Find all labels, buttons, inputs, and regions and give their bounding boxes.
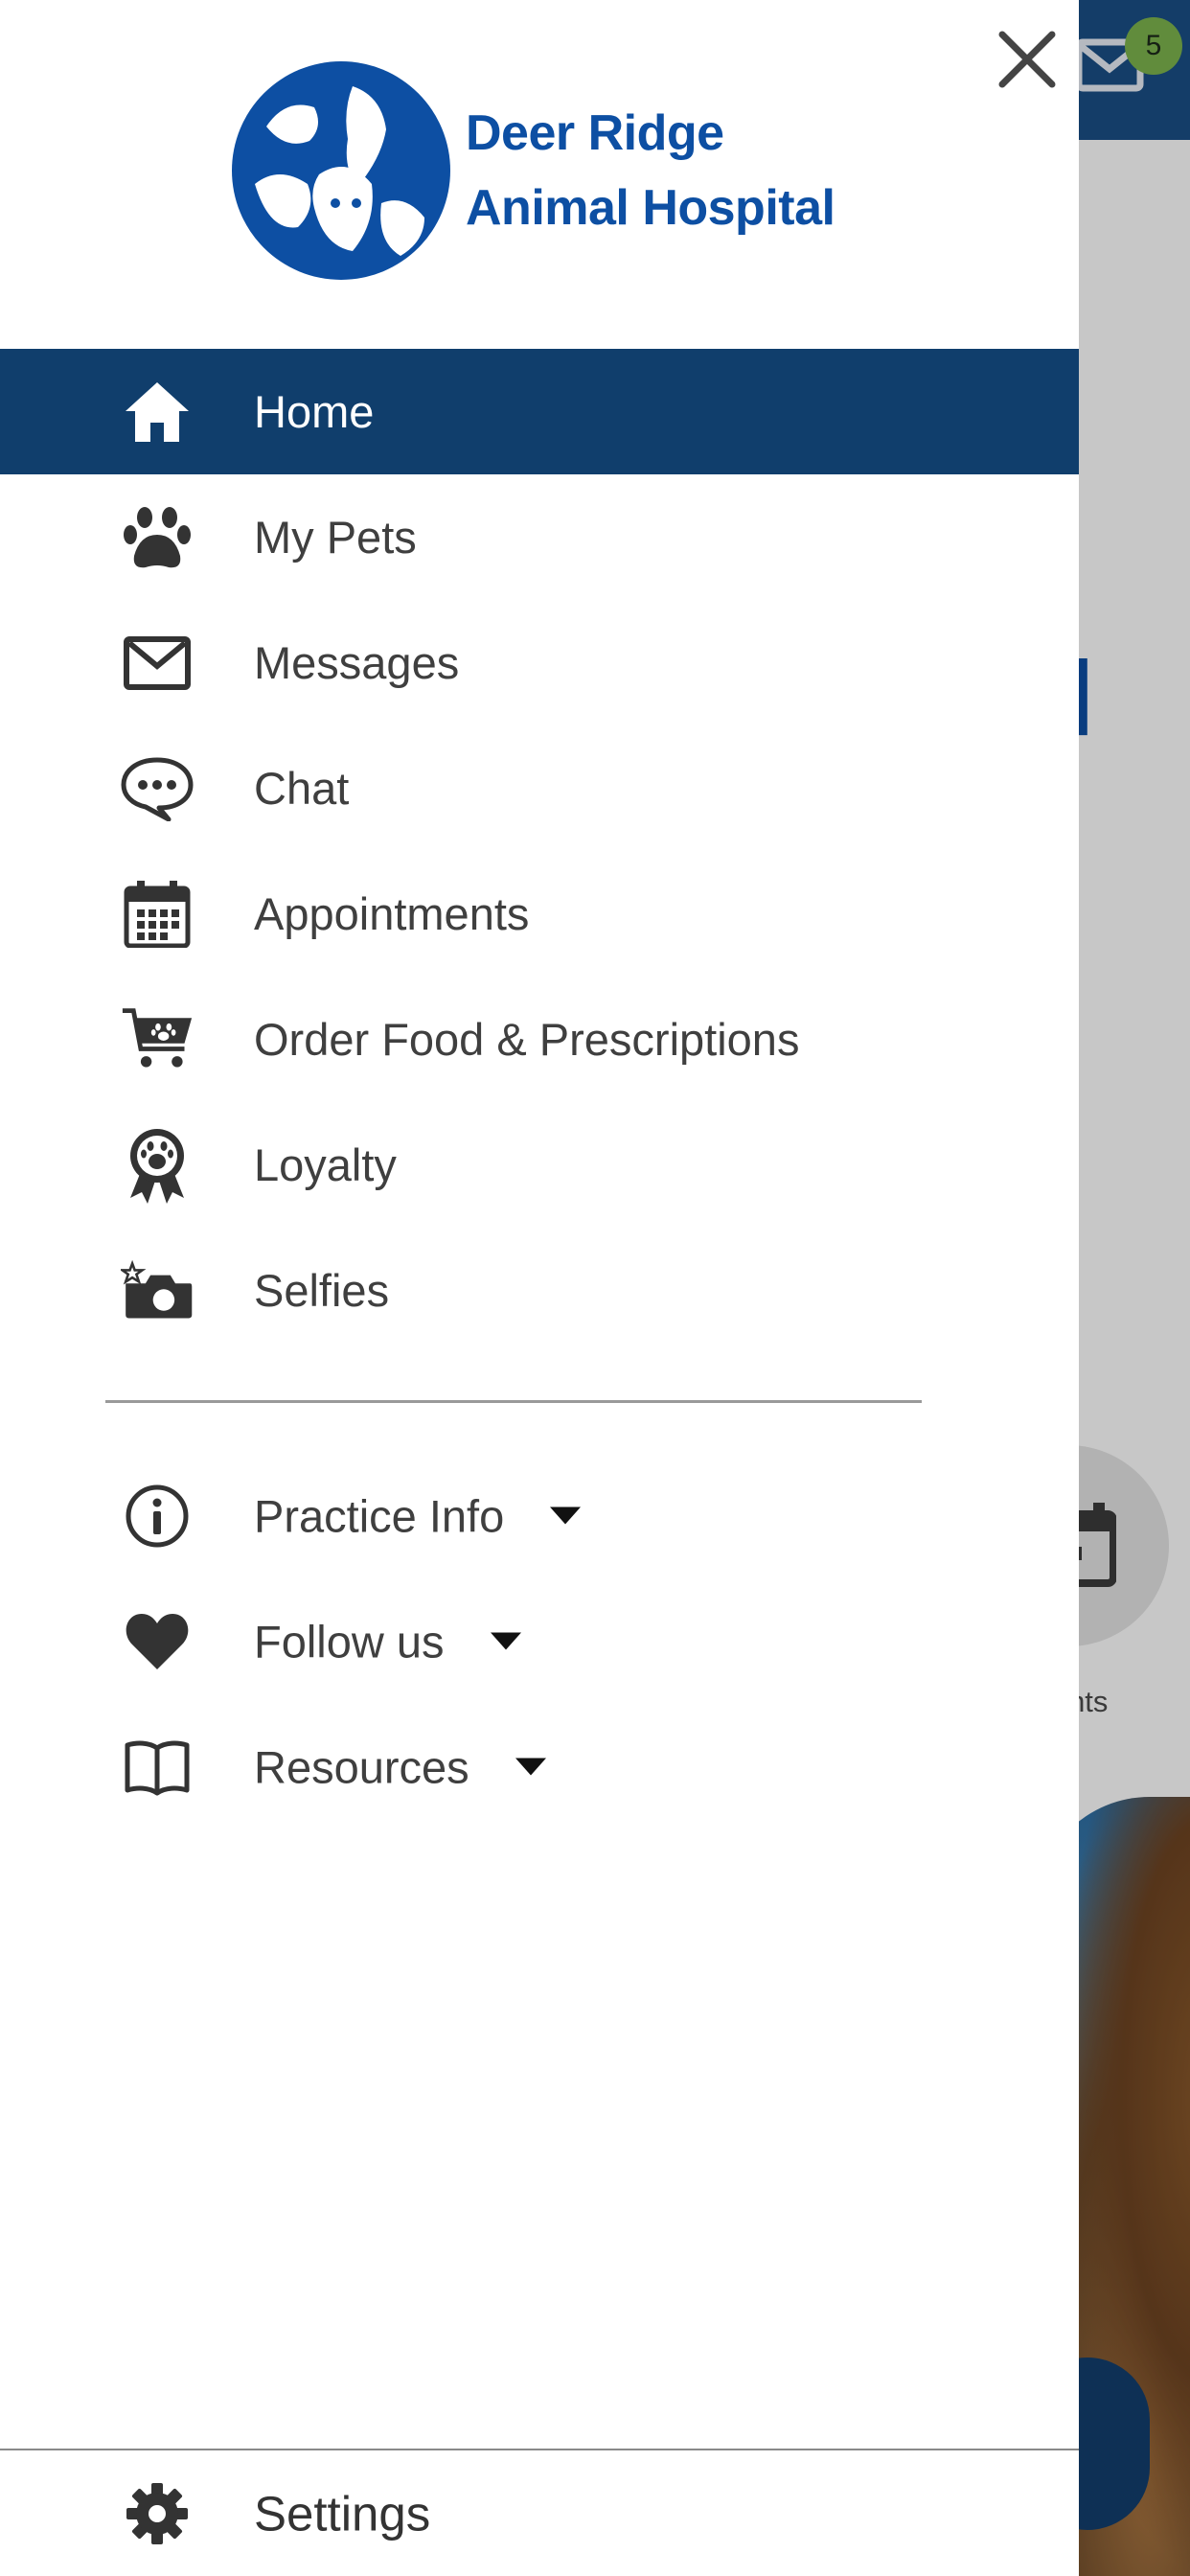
secondary-menu: Practice Info Follow us Resources bbox=[0, 1453, 1079, 1829]
menu-label-messages: Messages bbox=[254, 637, 460, 688]
close-icon bbox=[998, 31, 1056, 88]
menu-label-order-food: Order Food & Prescriptions bbox=[254, 1014, 800, 1065]
animal-silhouettes-logo-icon bbox=[232, 61, 450, 280]
menu-item-selfies[interactable]: Selfies bbox=[0, 1228, 1079, 1353]
menu-item-loyalty[interactable]: Loyalty bbox=[0, 1102, 1079, 1228]
menu-label-home: Home bbox=[254, 386, 375, 437]
paw-icon bbox=[121, 501, 194, 574]
envelope-icon bbox=[121, 627, 194, 700]
camera-icon bbox=[121, 1254, 194, 1327]
dropdown-caret-icon bbox=[490, 1632, 521, 1650]
menu-label-settings: Settings bbox=[254, 2486, 431, 2541]
menu-label-practice-info: Practice Info bbox=[254, 1489, 582, 1542]
practice-logo: Deer Ridge Animal Hospital bbox=[228, 59, 851, 282]
heart-icon bbox=[121, 1605, 194, 1678]
award-ribbon-icon bbox=[121, 1128, 194, 1204]
practice-name-line2: Animal Hospital bbox=[466, 180, 835, 236]
menu-label-resources: Resources bbox=[254, 1740, 546, 1793]
menu-item-settings[interactable]: Settings bbox=[0, 2450, 1079, 2576]
book-icon bbox=[121, 1731, 194, 1804]
menu-item-resources[interactable]: Resources bbox=[0, 1704, 1079, 1829]
dropdown-caret-icon bbox=[550, 1506, 582, 1525]
menu-item-home[interactable]: Home bbox=[0, 349, 1079, 474]
menu-label-loyalty: Loyalty bbox=[254, 1139, 397, 1190]
gear-icon bbox=[121, 2477, 194, 2550]
navigation-drawer: Deer Ridge Animal Hospital Home My Pets … bbox=[0, 0, 1079, 2576]
menu-item-order-food[interactable]: Order Food & Prescriptions bbox=[0, 977, 1079, 1102]
menu-label-follow-us: Follow us bbox=[254, 1615, 521, 1668]
menu-item-my-pets[interactable]: My Pets bbox=[0, 474, 1079, 600]
practice-name-line1: Deer Ridge bbox=[466, 105, 724, 161]
menu-item-appointments[interactable]: Appointments bbox=[0, 851, 1079, 977]
cart-icon bbox=[121, 1003, 194, 1076]
calendar-icon bbox=[121, 878, 194, 951]
menu-label-appointments: Appointments bbox=[254, 888, 530, 939]
menu-item-messages[interactable]: Messages bbox=[0, 600, 1079, 725]
menu-label-my-pets: My Pets bbox=[254, 512, 417, 563]
close-button[interactable] bbox=[989, 21, 1065, 98]
chat-bubble-icon bbox=[121, 752, 194, 825]
menu-label-selfies: Selfies bbox=[254, 1265, 390, 1316]
menu-item-follow-us[interactable]: Follow us bbox=[0, 1578, 1079, 1704]
home-icon bbox=[121, 376, 194, 448]
menu-label-chat: Chat bbox=[254, 763, 350, 814]
menu-divider bbox=[105, 1400, 922, 1403]
practice-name: Deer Ridge Animal Hospital bbox=[466, 96, 835, 245]
info-icon bbox=[121, 1480, 194, 1552]
menu-item-chat[interactable]: Chat bbox=[0, 725, 1079, 851]
dropdown-caret-icon bbox=[515, 1758, 546, 1776]
main-menu: Home My Pets Messages Chat Appointments … bbox=[0, 349, 1079, 1353]
menu-item-practice-info[interactable]: Practice Info bbox=[0, 1453, 1079, 1578]
